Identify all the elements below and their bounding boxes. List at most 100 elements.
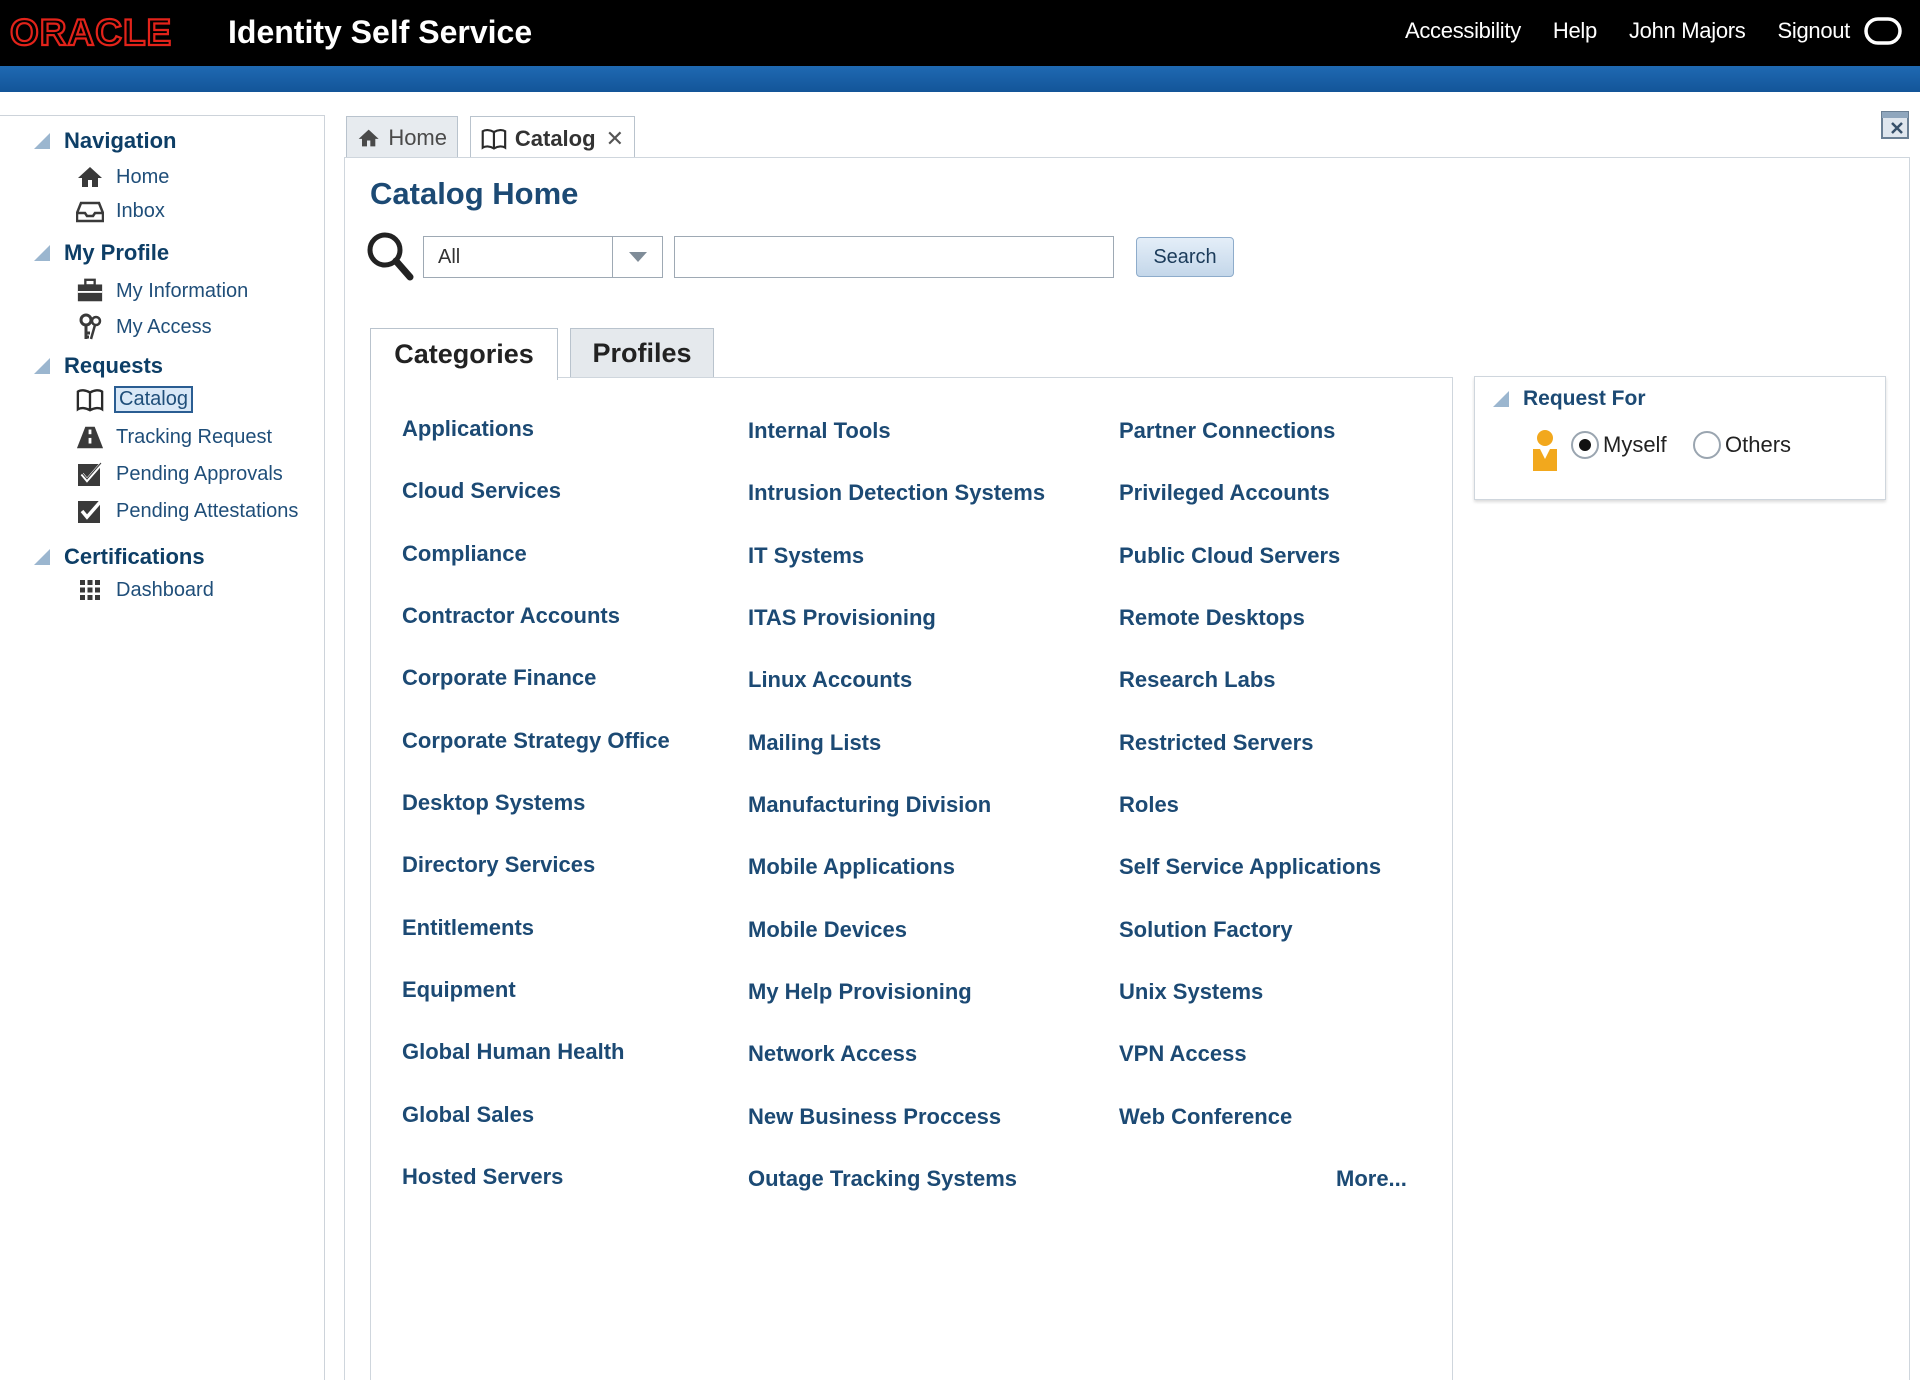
nav-item-tracking-request[interactable]: Tracking Request: [76, 424, 274, 450]
category-link[interactable]: Directory Services: [402, 852, 595, 878]
category-link[interactable]: Mobile Applications: [748, 854, 955, 880]
category-link[interactable]: Mobile Devices: [748, 917, 907, 943]
nav-item-inbox[interactable]: Inbox: [76, 198, 167, 224]
category-link[interactable]: Cloud Services: [402, 478, 561, 504]
search-button[interactable]: Search: [1136, 237, 1234, 277]
category-link[interactable]: Manufacturing Division: [748, 792, 991, 818]
collapse-triangle-icon: [34, 245, 50, 261]
more-categories-link[interactable]: More...: [1336, 1166, 1407, 1192]
nav-item-home[interactable]: Home: [76, 164, 171, 190]
user-name-menu[interactable]: John Majors: [1629, 18, 1746, 44]
category-link[interactable]: Global Sales: [402, 1102, 534, 1128]
category-link[interactable]: Desktop Systems: [402, 790, 585, 816]
nav-item-my-information[interactable]: My Information: [76, 278, 250, 304]
nav-item-label: Pending Attestations: [116, 499, 299, 522]
nav-item-label: Inbox: [116, 199, 165, 222]
tab-label: Catalog: [514, 125, 596, 151]
page-title: Catalog Home: [370, 176, 579, 211]
nav-item-pending-attestations[interactable]: Pending Attestations: [76, 498, 300, 524]
inbox-icon: [76, 198, 104, 224]
category-link[interactable]: Contractor Accounts: [402, 603, 620, 629]
tab-catalog[interactable]: Catalog ✕: [470, 116, 635, 160]
category-link[interactable]: Solution Factory: [1119, 917, 1293, 943]
accessibility-link[interactable]: Accessibility: [1405, 18, 1521, 44]
nav-item-pending-approvals[interactable]: Pending Approvals: [76, 461, 285, 487]
radio-myself[interactable]: Myself: [1571, 431, 1667, 459]
nav-item-dashboard[interactable]: Dashboard: [76, 577, 216, 603]
category-link[interactable]: Hosted Servers: [402, 1164, 563, 1190]
category-link[interactable]: Intrusion Detection Systems: [748, 480, 1045, 506]
close-tab-icon[interactable]: ✕: [606, 126, 624, 152]
collapse-triangle-icon: [34, 358, 50, 374]
request-for-title: Request For: [1523, 387, 1646, 410]
nav-section-label: My Profile: [64, 240, 170, 265]
tab-label: Home: [388, 124, 447, 150]
category-link[interactable]: Entitlements: [402, 915, 534, 941]
detach-panel-icon[interactable]: [1880, 110, 1910, 140]
oracle-ring-icon: [1864, 17, 1902, 45]
nav-item-label: Dashboard: [116, 578, 214, 601]
category-link[interactable]: Equipment: [402, 977, 516, 1003]
radio-label: Myself: [1603, 432, 1667, 457]
category-link[interactable]: Partner Connections: [1119, 418, 1335, 444]
search-input[interactable]: [674, 236, 1114, 278]
request-for-header[interactable]: Request For: [1493, 387, 1646, 411]
category-link[interactable]: My Help Provisioning: [748, 979, 972, 1005]
category-link[interactable]: Remote Desktops: [1119, 605, 1305, 631]
person-icon: [1533, 430, 1557, 471]
radio-selected-icon: [1571, 431, 1599, 459]
signout-link[interactable]: Signout: [1777, 18, 1850, 44]
category-link[interactable]: Internal Tools: [748, 418, 891, 444]
help-link[interactable]: Help: [1553, 18, 1597, 44]
category-link[interactable]: Restricted Servers: [1119, 730, 1313, 756]
request-for-box: Request For Myself Others: [1474, 376, 1886, 500]
nav-section-label: Navigation: [64, 128, 177, 153]
navigation-panel: [0, 115, 325, 1380]
tab-categories[interactable]: Categories: [370, 328, 558, 380]
category-link[interactable]: ITAS Provisioning: [748, 605, 936, 631]
search-filter-select[interactable]: All: [423, 236, 663, 278]
nav-section-label: Certifications: [64, 544, 205, 569]
search-icon: [367, 232, 414, 281]
category-link[interactable]: New Business Proccess: [748, 1104, 1001, 1130]
book-icon: [76, 387, 104, 413]
collapse-triangle-icon: [34, 549, 50, 565]
top-header-bar: ORACLE Identity Self Service Accessibili…: [0, 0, 1920, 66]
nav-section-my-profile[interactable]: My Profile: [34, 240, 169, 266]
category-link[interactable]: Web Conference: [1119, 1104, 1292, 1130]
nav-item-label: My Information: [116, 279, 249, 302]
category-link[interactable]: Compliance: [402, 541, 527, 567]
nav-item-catalog[interactable]: Catalog: [76, 386, 193, 413]
radio-others[interactable]: Others: [1693, 431, 1791, 459]
category-link[interactable]: IT Systems: [748, 543, 864, 569]
category-link[interactable]: Self Service Applications: [1119, 854, 1381, 880]
nav-item-label: Home: [116, 165, 170, 188]
category-link[interactable]: Global Human Health: [402, 1039, 624, 1065]
category-link[interactable]: VPN Access: [1119, 1041, 1247, 1067]
chevron-down-icon[interactable]: [612, 237, 662, 277]
category-link[interactable]: Research Labs: [1119, 667, 1276, 693]
nav-section-requests[interactable]: Requests: [34, 353, 163, 379]
briefcase-icon: [76, 278, 104, 304]
nav-section-label: Requests: [64, 353, 164, 378]
category-link[interactable]: Unix Systems: [1119, 979, 1263, 1005]
keys-icon: [76, 313, 104, 340]
nav-section-navigation[interactable]: Navigation: [34, 128, 176, 154]
category-link[interactable]: Mailing Lists: [748, 730, 881, 756]
category-link[interactable]: Network Access: [748, 1041, 917, 1067]
search-filter-value: All: [438, 246, 461, 268]
category-link[interactable]: Corporate Strategy Office: [402, 728, 670, 754]
category-link[interactable]: Linux Accounts: [748, 667, 912, 693]
tab-profiles[interactable]: Profiles: [570, 328, 714, 378]
category-link[interactable]: Corporate Finance: [402, 665, 596, 691]
category-link[interactable]: Applications: [402, 416, 534, 442]
category-link[interactable]: Roles: [1119, 792, 1179, 818]
tab-home[interactable]: Home: [346, 116, 458, 158]
nav-section-certifications[interactable]: Certifications: [34, 544, 205, 570]
header-accent-bar: [0, 66, 1920, 92]
category-link[interactable]: Outage Tracking Systems: [748, 1166, 1017, 1192]
category-link[interactable]: Public Cloud Servers: [1119, 543, 1340, 569]
category-link[interactable]: Privileged Accounts: [1119, 480, 1330, 506]
nav-item-my-access[interactable]: My Access: [76, 313, 214, 340]
checkbox-icon: [76, 461, 104, 487]
